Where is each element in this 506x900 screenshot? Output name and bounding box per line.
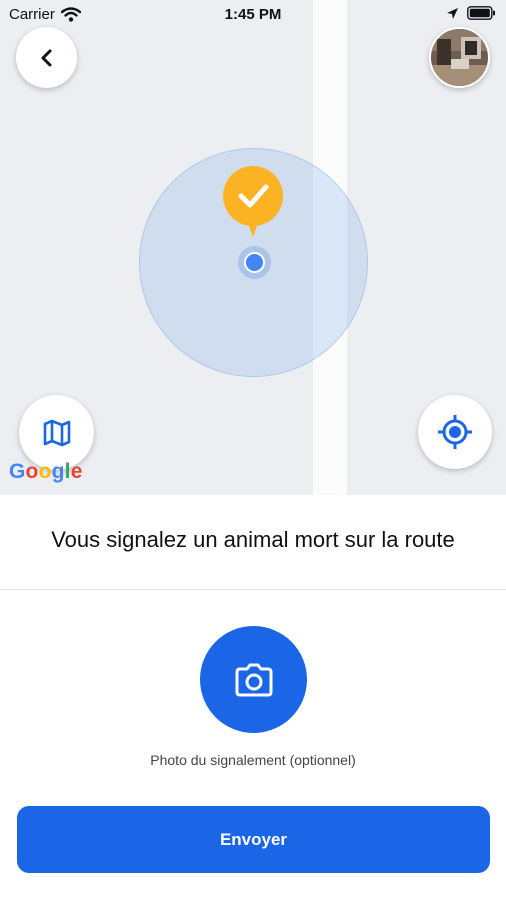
- camera-icon: [235, 663, 272, 696]
- map-type-button[interactable]: [19, 395, 94, 470]
- avatar-photo: [431, 29, 488, 86]
- user-avatar[interactable]: [429, 27, 490, 88]
- location-arrow-icon: [447, 7, 458, 19]
- status-bar: Carrier 1:45 PM: [0, 0, 506, 30]
- add-photo-button[interactable]: [200, 626, 307, 733]
- photo-caption: Photo du signalement (optionnel): [150, 752, 356, 768]
- divider: [0, 589, 506, 590]
- map-view[interactable]: Google: [0, 0, 506, 495]
- chevron-left-icon: [41, 49, 51, 66]
- report-title: Vous signalez un animal mort sur la rout…: [51, 527, 455, 552]
- google-attribution: Google: [9, 460, 83, 483]
- crosshair-icon: [438, 415, 472, 449]
- check-pin-icon: [223, 166, 283, 237]
- current-location-dot: [244, 252, 265, 273]
- locate-me-button[interactable]: [418, 395, 492, 469]
- send-button[interactable]: Envoyer: [17, 806, 490, 873]
- battery-icon: [467, 6, 495, 20]
- map-icon: [43, 419, 70, 446]
- status-time: 1:45 PM: [224, 6, 282, 23]
- back-button[interactable]: [16, 27, 77, 88]
